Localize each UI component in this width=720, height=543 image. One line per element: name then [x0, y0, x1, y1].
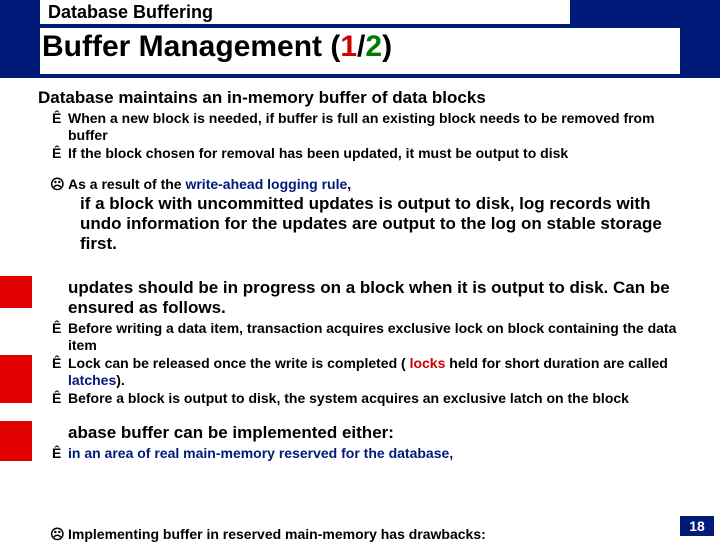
header-accent-left — [0, 0, 40, 24]
highlight-wlog: write-ahead logging rule — [185, 176, 347, 192]
bullet-text: Before writing a data item, transaction … — [68, 320, 676, 353]
red-marker — [0, 276, 32, 308]
slide-body: Database maintains an in-memory buffer o… — [38, 84, 686, 461]
highlight-latches: latches — [68, 372, 116, 388]
bullet-sub: ☹ As a result of the write-ahead logging… — [38, 176, 686, 193]
bullet-text-pre: As a result of the — [68, 176, 185, 192]
bullet-text: abase buffer can be implemented either: — [68, 423, 394, 442]
bullet-text-post: , — [347, 176, 351, 192]
bullet-text: When a new block is needed, if buffer is… — [68, 110, 655, 143]
bullet-text: in an area of real main-memory reserved … — [68, 445, 453, 461]
bullet-text-mid: held for short duration are called — [445, 355, 667, 371]
arrow-icon: Ê — [52, 355, 61, 372]
bullet-text-pre: Lock can be released once the write is c… — [68, 355, 410, 371]
bullet-sub: Ê Before a block is output to disk, the … — [38, 390, 686, 407]
arrow-icon: Ê — [52, 145, 61, 162]
page-number-badge: 18 — [680, 516, 714, 536]
bullet-sub: Ê If the block chosen for removal has be… — [38, 145, 686, 162]
header-accent-right — [570, 0, 720, 24]
arrow-icon: Ê — [52, 110, 61, 127]
arrow-icon: Ê — [52, 445, 61, 462]
title-part-2: 2 — [365, 30, 382, 63]
slide-header: Database Buffering Buffer Management (1/… — [0, 0, 720, 78]
red-marker — [0, 421, 32, 461]
red-marker — [0, 355, 32, 403]
title-pre: Buffer Management ( — [42, 30, 340, 63]
highlight-locks: locks — [410, 355, 446, 371]
arrow-icon: Ê — [52, 320, 61, 337]
title-part-1: 1 — [340, 30, 357, 63]
bullet-main-2: updates should be in progress on a block… — [38, 278, 686, 318]
section-title: Database Buffering — [48, 2, 213, 23]
title-post: ) — [382, 30, 392, 63]
arrow-icon: Ê — [52, 390, 61, 407]
bullet-sub: Ê in an area of real main-memory reserve… — [38, 445, 686, 462]
sad-icon: ☹ — [50, 526, 65, 543]
bullet-sub: Ê Lock can be released once the write is… — [38, 355, 686, 388]
bullet-sub: Ê Before writing a data item, transactio… — [38, 320, 686, 353]
bullet-text: updates should be in progress on a block… — [68, 278, 670, 317]
bullet-sub: Ê When a new block is needed, if buffer … — [38, 110, 686, 143]
bullet-main-3: abase buffer can be implemented either: — [38, 423, 686, 443]
smile-icon: ☹ — [50, 176, 65, 193]
emphasis-block: if a block with uncommitted updates is o… — [38, 194, 686, 254]
slide-title: Buffer Management (1/2) — [40, 28, 680, 74]
bullet-text: Before a block is output to disk, the sy… — [68, 390, 629, 406]
bullet-text: If the block chosen for removal has been… — [68, 145, 568, 161]
bullet-text-post: ). — [116, 372, 125, 388]
bullet-main-1: Database maintains an in-memory buffer o… — [38, 88, 686, 108]
